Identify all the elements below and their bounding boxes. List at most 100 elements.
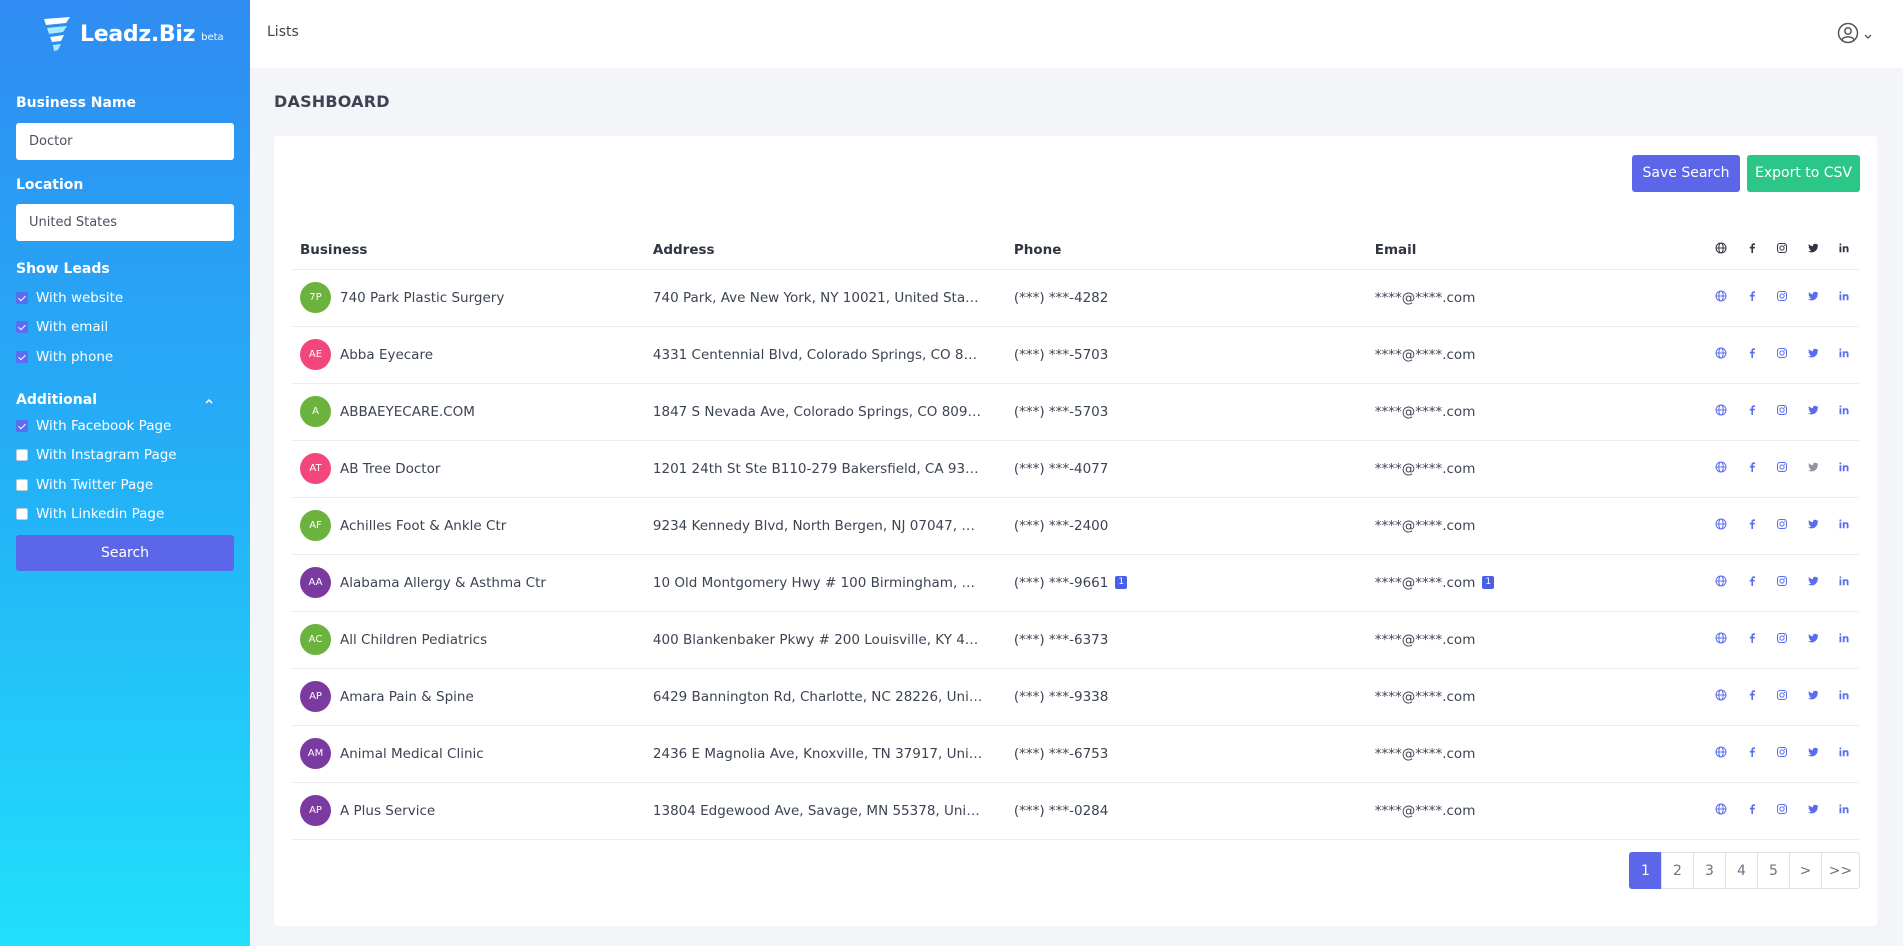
chevron-down-icon[interactable] <box>1863 26 1873 45</box>
facebook-icon[interactable] <box>1745 631 1759 645</box>
linkedin-icon[interactable] <box>1837 460 1851 474</box>
with-phone-checkbox[interactable]: With phone <box>16 349 113 365</box>
twitter-icon[interactable] <box>1806 289 1820 303</box>
twitter-icon[interactable] <box>1806 802 1820 816</box>
page-1-button[interactable]: 1 <box>1629 852 1662 889</box>
table-row[interactable]: 7P 740 Park Plastic Surgery 740 Park, Ave … <box>292 269 1859 327</box>
table-row[interactable]: AE Abba Eyecare 4331 Centennial Blvd, Colo… <box>292 326 1859 384</box>
facebook-icon[interactable] <box>1745 403 1759 417</box>
table-row[interactable]: AF Achilles Foot & Ankle Ctr 9234 Kennedy … <box>292 497 1859 555</box>
chevron-up-icon[interactable] <box>204 391 214 410</box>
business-name[interactable]: All Children Pediatrics <box>340 632 487 648</box>
instagram-icon[interactable] <box>1775 745 1789 759</box>
twitter-icon[interactable] <box>1806 745 1820 759</box>
facebook-icon[interactable] <box>1745 688 1759 702</box>
checkbox-unchecked-icon[interactable] <box>16 508 28 520</box>
checkbox-checked-icon[interactable] <box>16 351 28 363</box>
instagram-icon[interactable] <box>1775 574 1789 588</box>
next-page-button[interactable]: > <box>1789 852 1822 889</box>
facebook-icon[interactable] <box>1745 802 1759 816</box>
globe-icon[interactable] <box>1714 460 1728 474</box>
business-name[interactable]: AB Tree Doctor <box>340 461 440 477</box>
user-menu[interactable] <box>1837 22 1873 48</box>
checkbox-checked-icon[interactable] <box>16 292 28 304</box>
column-header-email[interactable]: Email <box>1374 231 1707 270</box>
instagram-icon[interactable] <box>1775 517 1789 531</box>
with-instagram-page-checkbox[interactable]: With Instagram Page <box>16 447 177 463</box>
twitter-icon[interactable] <box>1806 574 1820 588</box>
business-name[interactable]: 740 Park Plastic Surgery <box>340 290 504 306</box>
brand[interactable]: Leadz.Biz beta <box>0 0 250 68</box>
facebook-icon[interactable] <box>1745 745 1759 759</box>
instagram-icon[interactable] <box>1775 802 1789 816</box>
with-facebook-page-checkbox[interactable]: With Facebook Page <box>16 418 171 434</box>
breadcrumb-lists[interactable]: Lists <box>267 24 299 40</box>
globe-icon[interactable] <box>1714 289 1728 303</box>
column-header-business[interactable]: Business <box>292 231 653 270</box>
last-page-button[interactable]: >> <box>1821 852 1860 889</box>
globe-icon[interactable] <box>1714 802 1728 816</box>
linkedin-icon[interactable] <box>1837 574 1851 588</box>
instagram-icon[interactable] <box>1775 346 1789 360</box>
page-2-button[interactable]: 2 <box>1661 852 1694 889</box>
column-header-phone[interactable]: Phone <box>1013 231 1375 270</box>
user-circle-icon[interactable] <box>1837 22 1859 48</box>
facebook-icon[interactable] <box>1745 574 1759 588</box>
facebook-icon[interactable] <box>1745 460 1759 474</box>
checkbox-checked-icon[interactable] <box>16 420 28 432</box>
table-row[interactable]: AT AB Tree Doctor 1201 24th St Ste B110-27… <box>292 440 1859 498</box>
linkedin-icon[interactable] <box>1837 631 1851 645</box>
with-twitter-page-checkbox[interactable]: With Twitter Page <box>16 477 153 493</box>
business-name[interactable]: A Plus Service <box>340 803 435 819</box>
twitter-icon[interactable] <box>1806 688 1820 702</box>
linkedin-icon[interactable] <box>1837 403 1851 417</box>
page-4-button[interactable]: 4 <box>1725 852 1758 889</box>
save-search-button[interactable]: Save Search <box>1632 155 1740 192</box>
linkedin-icon[interactable] <box>1837 346 1851 360</box>
table-row[interactable]: AP Amara Pain & Spine 6429 Bannington Rd, … <box>292 668 1859 726</box>
instagram-icon[interactable] <box>1775 289 1789 303</box>
linkedin-icon[interactable] <box>1837 289 1851 303</box>
linkedin-icon[interactable] <box>1837 802 1851 816</box>
location-input[interactable]: United States <box>16 204 234 241</box>
globe-icon[interactable] <box>1714 745 1728 759</box>
page-5-button[interactable]: 5 <box>1757 852 1790 889</box>
twitter-icon[interactable] <box>1806 346 1820 360</box>
facebook-icon[interactable] <box>1745 289 1759 303</box>
globe-icon[interactable] <box>1714 574 1728 588</box>
business-name[interactable]: Abba Eyecare <box>340 347 433 363</box>
twitter-icon[interactable] <box>1806 631 1820 645</box>
globe-icon[interactable] <box>1714 346 1728 360</box>
table-row[interactable]: AA Alabama Allergy & Asthma Ctr 10 Old Mon… <box>292 554 1859 612</box>
linkedin-icon[interactable] <box>1837 688 1851 702</box>
additional-toggle[interactable]: Additional <box>0 389 250 408</box>
table-row[interactable]: AC All Children Pediatrics 400 Blankenbake… <box>292 611 1859 669</box>
with-linkedin-page-checkbox[interactable]: With Linkedin Page <box>16 506 164 522</box>
linkedin-icon[interactable] <box>1837 745 1851 759</box>
facebook-icon[interactable] <box>1745 346 1759 360</box>
with-website-checkbox[interactable]: With website <box>16 290 123 306</box>
checkbox-unchecked-icon[interactable] <box>16 479 28 491</box>
checkbox-unchecked-icon[interactable] <box>16 449 28 461</box>
twitter-icon[interactable] <box>1806 403 1820 417</box>
column-header-address[interactable]: Address <box>652 231 1014 270</box>
search-button[interactable]: Search <box>16 535 234 571</box>
business-name[interactable]: ABBAEYECARE.COM <box>340 404 475 420</box>
business-name[interactable]: Alabama Allergy & Asthma Ctr <box>340 575 546 591</box>
globe-icon[interactable] <box>1714 688 1728 702</box>
checkbox-checked-icon[interactable] <box>16 321 28 333</box>
business-name[interactable]: Amara Pain & Spine <box>340 689 474 705</box>
globe-icon[interactable] <box>1714 403 1728 417</box>
table-row[interactable]: A ABBAEYECARE.COM 1847 S Nevada Ave, Color… <box>292 383 1859 441</box>
twitter-icon[interactable] <box>1806 517 1820 531</box>
page-3-button[interactable]: 3 <box>1693 852 1726 889</box>
globe-icon[interactable] <box>1714 631 1728 645</box>
table-row[interactable]: AM Animal Medical Clinic 2436 E Magnolia A… <box>292 725 1859 783</box>
linkedin-icon[interactable] <box>1837 517 1851 531</box>
business-name-input[interactable]: Doctor <box>16 123 234 160</box>
with-email-checkbox[interactable]: With email <box>16 319 108 335</box>
facebook-icon[interactable] <box>1745 517 1759 531</box>
table-row[interactable]: AP A Plus Service 13804 Edgewood Ave, Sava… <box>292 782 1859 840</box>
instagram-icon[interactable] <box>1775 688 1789 702</box>
twitter-icon[interactable] <box>1806 460 1820 474</box>
